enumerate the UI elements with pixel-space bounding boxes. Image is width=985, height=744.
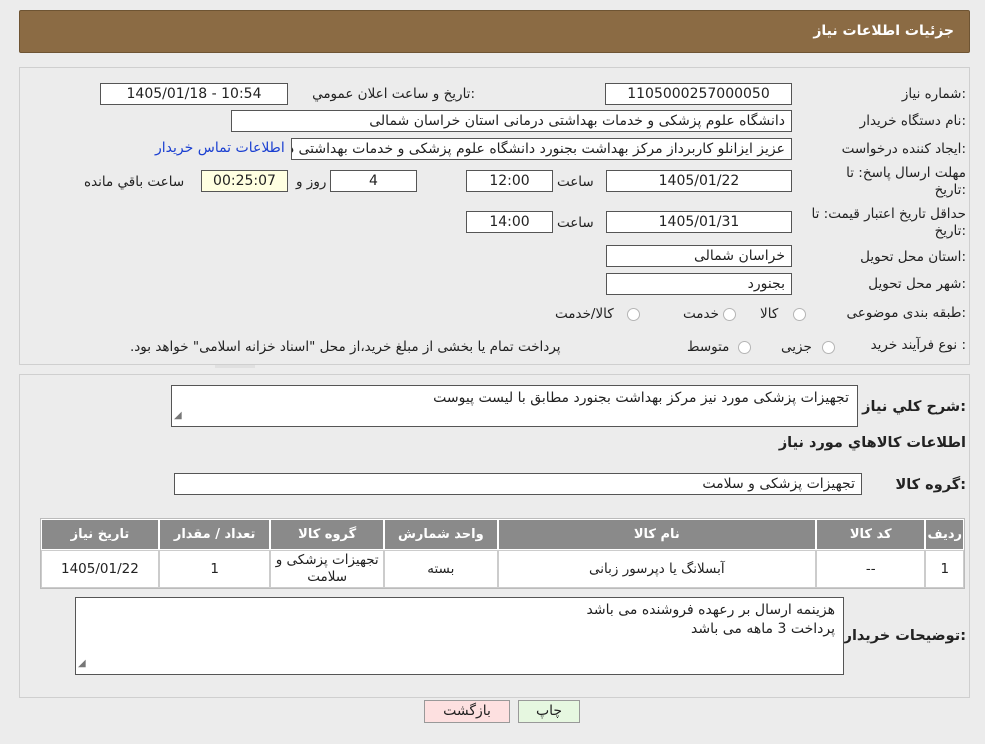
announce-datetime-label: تاریخ و ساعت اعلان عمومي: <box>312 86 475 102</box>
province-label: استان محل تحویل: <box>860 249 966 265</box>
category-option-both-label: کالا/خدمت <box>555 306 614 322</box>
process-option-minor-label: جزیی <box>781 339 812 355</box>
col-quantity: تعداد / مقدار <box>158 519 271 550</box>
goods-group-field: تجهیزات پزشکی و سلامت <box>174 473 862 495</box>
province-field: خراسان شمالی <box>606 245 792 267</box>
requester-field: عزیز ایزانلو کاربرداز مرکز بهداشت بجنورد… <box>291 138 792 160</box>
col-row-number: ردیف <box>925 519 964 550</box>
goods-table-header-row: ردیف کد کالا نام کالا واحد شمارش گروه کا… <box>41 519 964 550</box>
process-option-medium-label: متوسط <box>687 339 730 355</box>
col-goods-code: کد کالا <box>815 519 926 550</box>
buyer-notes-line-2: پرداخت 3 ماهه می باشد <box>691 621 835 637</box>
description-textarea: تجهیزات پزشکی مورد نیز مرکز بهداشت بجنور… <box>171 385 858 427</box>
category-option-goods-label: کالا <box>760 306 779 322</box>
category-option-goods-radio[interactable] <box>793 308 806 321</box>
resize-grip-icon[interactable]: ◢ <box>174 406 182 425</box>
cell-goods-code: -- <box>815 550 926 588</box>
cell-goods-name: آبسلانگ یا دپرسور زبانی <box>497 550 816 588</box>
deadline-date-field: 1405/01/22 <box>606 170 792 192</box>
process-option-minor-radio[interactable] <box>822 341 835 354</box>
buyer-org-field: دانشگاه علوم پزشکی و خدمات بهداشتی درمان… <box>231 110 792 132</box>
city-field: بجنورد <box>606 273 792 295</box>
resize-grip-icon[interactable]: ◢ <box>78 654 86 673</box>
goods-group-label: گروه کالا: <box>895 477 966 493</box>
process-type-label: نوع فرآیند خرید : <box>870 337 966 353</box>
buyer-org-label: نام دستگاه خریدار: <box>859 113 966 129</box>
validity-time-label: ساعت <box>557 215 594 231</box>
need-number-field: 1105000257000050 <box>605 83 792 105</box>
days-remaining-field: 4 <box>330 170 417 192</box>
cell-unit: بسته <box>384 550 498 588</box>
need-number-label: شماره نیاز: <box>901 86 966 102</box>
deadline-label: مهلت ارسال پاسخ: تا تاریخ: <box>846 165 966 198</box>
cell-goods-group: تجهیزات پزشکی و سلامت <box>270 550 384 588</box>
cell-row-number: 1 <box>925 550 964 588</box>
goods-info-heading: اطلاعات کالاهاي مورد نیاز <box>778 435 966 451</box>
goods-table: ردیف کد کالا نام کالا واحد شمارش گروه کا… <box>40 518 965 589</box>
remaining-time-label: ساعت باقي مانده <box>84 174 185 190</box>
requester-label: ایجاد کننده درخواست: <box>841 141 966 157</box>
col-goods-name: نام کالا <box>497 519 816 550</box>
category-label: طبقه بندی موضوعی: <box>846 305 966 321</box>
category-option-service-radio[interactable] <box>723 308 736 321</box>
col-goods-group: گروه کالا <box>270 519 384 550</box>
description-text: تجهیزات پزشکی مورد نیز مرکز بهداشت بجنور… <box>433 390 849 406</box>
table-row: 1 -- آبسلانگ یا دپرسور زبانی بسته تجهیزا… <box>41 550 964 588</box>
deadline-time-field: 12:00 <box>466 170 553 192</box>
category-option-service-label: خدمت <box>683 306 719 322</box>
city-label: شهر محل تحویل: <box>868 276 966 292</box>
print-button[interactable]: چاپ <box>518 700 580 723</box>
cell-need-date: 1405/01/22 <box>41 550 159 588</box>
description-label: شرح کلي نیاز: <box>862 399 966 415</box>
validity-time-field: 14:00 <box>466 211 553 233</box>
buyer-contact-link[interactable]: اطلاعات تماس خریدار <box>155 140 285 156</box>
buyer-notes-textarea: هزینمه ارسال بر رعهده فروشنده می باشد پر… <box>75 597 844 675</box>
announce-datetime-field: 1405/01/18 - 10:54 <box>100 83 288 105</box>
price-validity-label: حداقل تاریخ اعتبار قیمت: تا تاریخ: <box>811 206 966 239</box>
process-note: پرداخت تمام یا بخشی از مبلغ خرید،از محل … <box>130 339 561 355</box>
category-option-both-radio[interactable] <box>627 308 640 321</box>
remaining-time-field: 00:25:07 <box>201 170 288 192</box>
days-and-label: روز و <box>296 174 327 190</box>
buyer-notes-line-1: هزینمه ارسال بر رعهده فروشنده می باشد <box>586 602 835 618</box>
deadline-time-label: ساعت <box>557 174 594 190</box>
page-header: جزئیات اطلاعات نیاز <box>19 10 970 53</box>
buyer-notes-label: توضیحات خریدار: <box>843 628 966 644</box>
page-title: جزئیات اطلاعات نیاز <box>813 23 954 39</box>
col-unit: واحد شمارش <box>384 519 498 550</box>
back-button[interactable]: بازگشت <box>424 700 510 723</box>
validity-date-field: 1405/01/31 <box>606 211 792 233</box>
col-need-date: تاریخ نیاز <box>41 519 159 550</box>
process-option-medium-radio[interactable] <box>738 341 751 354</box>
cell-quantity: 1 <box>158 550 271 588</box>
